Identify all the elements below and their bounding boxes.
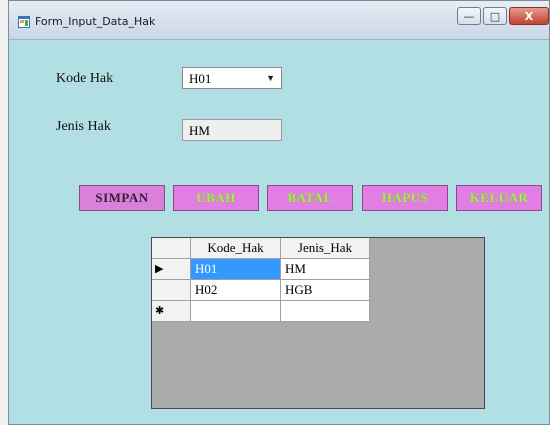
jenis-hak-textbox[interactable]: HM bbox=[182, 119, 282, 141]
maximize-icon: □ bbox=[489, 9, 501, 23]
grid-cell-kode-new[interactable] bbox=[191, 301, 281, 322]
column-header-kode-hak[interactable]: Kode_Hak bbox=[191, 238, 281, 259]
grid-cell-jenis[interactable]: HM bbox=[281, 259, 370, 280]
kode-hak-label: Kode Hak bbox=[56, 71, 114, 86]
grid-cell-kode[interactable]: H02 bbox=[191, 280, 281, 301]
simpan-button[interactable]: SIMPAN bbox=[79, 185, 165, 211]
minimize-icon: — bbox=[463, 9, 475, 23]
new-row-asterisk-icon[interactable]: ✱ bbox=[152, 301, 191, 322]
row-header-selected-icon[interactable]: ▶ bbox=[152, 259, 191, 280]
grid-cell-kode[interactable]: H01 bbox=[191, 259, 281, 280]
column-header-jenis-hak[interactable]: Jenis_Hak bbox=[281, 238, 370, 259]
kode-hak-value: H01 bbox=[189, 71, 212, 86]
app-window-icon bbox=[18, 16, 30, 28]
form-client-area: Kode Hak H01 ▼ Jenis Hak HM SIMPAN UBAH … bbox=[9, 39, 549, 424]
close-button[interactable]: X bbox=[509, 7, 549, 25]
data-grid[interactable]: Kode_Hak Jenis_Hak ▶ H01 HM H02 HGB ✱ bbox=[151, 237, 485, 409]
grid-cell-jenis-new[interactable] bbox=[281, 301, 370, 322]
row-header[interactable] bbox=[152, 280, 191, 301]
close-icon: X bbox=[524, 9, 534, 23]
kode-hak-combobox[interactable]: H01 ▼ bbox=[182, 67, 282, 89]
hapus-button[interactable]: HAPUS bbox=[362, 185, 448, 211]
form-window: Form_Input_Data_Hak — □ X Kode Hak H01 ▼… bbox=[8, 0, 550, 425]
grid-corner-header[interactable] bbox=[152, 238, 191, 259]
maximize-button[interactable]: □ bbox=[483, 7, 507, 25]
jenis-hak-value: HM bbox=[189, 123, 210, 138]
minimize-button[interactable]: — bbox=[457, 7, 481, 25]
jenis-hak-label: Jenis Hak bbox=[56, 119, 111, 134]
window-title: Form_Input_Data_Hak bbox=[35, 15, 156, 28]
batal-button[interactable]: BATAL bbox=[267, 185, 353, 211]
ubah-button[interactable]: UBAH bbox=[173, 185, 259, 211]
chevron-down-icon[interactable]: ▼ bbox=[266, 73, 275, 83]
title-bar[interactable]: Form_Input_Data_Hak — □ X bbox=[9, 1, 549, 40]
grid-cell-jenis[interactable]: HGB bbox=[281, 280, 370, 301]
keluar-button[interactable]: KELUAR bbox=[456, 185, 542, 211]
